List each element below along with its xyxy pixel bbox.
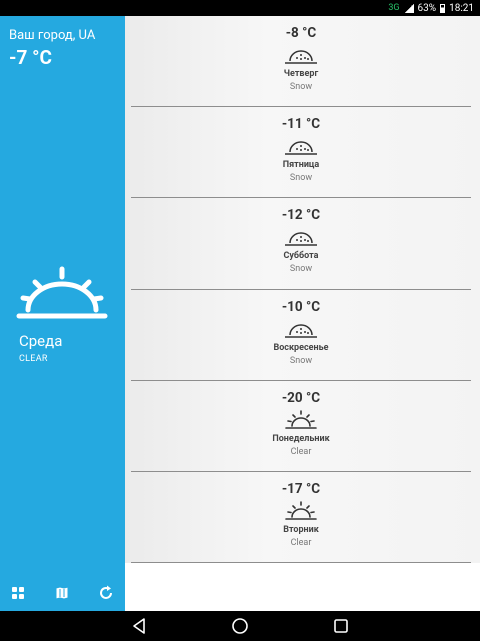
forecast-item[interactable]: -8 °C Четверг Snow — [131, 16, 471, 108]
forecast-item[interactable]: -10 °C Воскресенье Snow — [131, 290, 471, 381]
city-name: Ваш город, UA — [9, 28, 96, 43]
forecast-item[interactable]: -12 °C Суббота Snow — [131, 198, 471, 290]
forecast-day: Суббота — [283, 251, 319, 262]
status-bar: 3G 63% 18:21 — [0, 0, 480, 16]
map-icon[interactable] — [54, 585, 70, 601]
forecast-day: Четверг — [283, 69, 319, 79]
forecast-day: Вторник — [283, 524, 319, 535]
clock: 18:21 — [449, 2, 474, 14]
today-day-name: Среда — [19, 332, 63, 350]
grid-icon[interactable] — [10, 585, 26, 601]
battery-level: 63% — [417, 2, 437, 14]
forecast-temperature: -17 °C — [281, 480, 321, 497]
forecast-day: Понедельник — [272, 433, 330, 444]
forecast-condition: Snow — [289, 264, 313, 275]
forecast-condition: Snow — [289, 82, 313, 92]
forecast-temperature: -12 °C — [281, 207, 321, 224]
forecast-temperature: -10 °C — [281, 298, 321, 315]
forecast-item[interactable]: -20 °C Понедельник Clear — [131, 381, 471, 472]
forecast-day: Воскресенье — [273, 342, 329, 353]
refresh-icon[interactable] — [98, 585, 114, 601]
navigation-bar — [0, 611, 480, 641]
forecast-temperature: -11 °C — [281, 116, 321, 133]
forecast-list: -8 °C Четверг Snow -11 °C Пятница Snow -… — [131, 16, 471, 564]
current-temperature: -7 °C — [9, 46, 52, 69]
forecast-temperature: -8 °C — [285, 25, 317, 41]
forecast-item[interactable]: -17 °C Вторник Clear — [131, 472, 471, 564]
forecast-condition: Snow — [289, 355, 313, 366]
forecast-condition: Clear — [290, 537, 312, 548]
forecast-day: Пятница — [282, 160, 320, 171]
today-condition: CLEAR — [19, 354, 48, 364]
snow-icon — [283, 318, 319, 340]
forecast-condition: Snow — [289, 173, 313, 184]
network-type: 3G — [388, 3, 400, 13]
sun-rising-icon — [283, 409, 319, 431]
left-toolbar — [0, 585, 125, 601]
home-icon[interactable] — [231, 617, 249, 635]
back-icon[interactable] — [130, 617, 148, 635]
sun-rising-icon — [16, 266, 108, 326]
snow-icon — [283, 226, 319, 248]
sun-rising-icon — [283, 500, 319, 522]
snow-icon — [283, 44, 319, 66]
signal-icon — [403, 3, 414, 13]
forecast-item[interactable]: -11 °C Пятница Snow — [131, 107, 471, 199]
forecast-panel: -8 °C Четверг Snow -11 °C Пятница Snow -… — [125, 16, 480, 611]
battery-icon — [440, 3, 446, 13]
current-weather-panel: Ваш город, UA -7 °C Среда CLEAR — [0, 16, 125, 611]
empty-area — [125, 563, 480, 611]
forecast-temperature: -20 °C — [281, 389, 321, 406]
snow-icon — [283, 135, 319, 157]
recents-icon[interactable] — [332, 617, 350, 635]
forecast-condition: Clear — [290, 446, 312, 457]
